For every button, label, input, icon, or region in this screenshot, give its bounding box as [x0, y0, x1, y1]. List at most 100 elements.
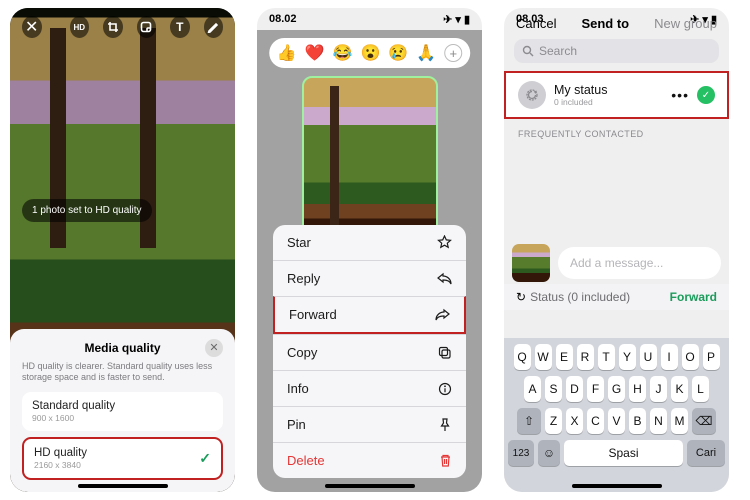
menu-reply[interactable]: Reply: [273, 260, 466, 296]
key-g[interactable]: G: [608, 376, 625, 402]
message-input[interactable]: Add a message...: [558, 247, 721, 279]
new-group-button[interactable]: New group: [654, 16, 717, 31]
numeric-key[interactable]: 123: [508, 440, 534, 466]
shift-key[interactable]: ⇧: [517, 408, 541, 434]
cancel-button[interactable]: Cancel: [516, 16, 556, 31]
selected-recipients-label: Status (0 included): [530, 290, 670, 304]
emoji-key[interactable]: ☺: [538, 440, 560, 466]
key-a[interactable]: A: [524, 376, 541, 402]
key-r[interactable]: R: [577, 344, 594, 370]
crop-icon: [107, 21, 119, 33]
key-p[interactable]: P: [703, 344, 720, 370]
keyboard: QWERTYUIOP ASDFGHJKL ⇧ ZXCVBNM ⌫ 123 ☺ S…: [504, 338, 729, 492]
key-j[interactable]: J: [650, 376, 667, 402]
key-f[interactable]: F: [587, 376, 604, 402]
reaction-bar[interactable]: 👍 ❤️ 😂 😮 😢 🙏 +: [269, 38, 471, 68]
text-button[interactable]: T: [170, 16, 190, 38]
reaction-add-button[interactable]: +: [444, 44, 462, 62]
hd-button[interactable]: HD: [70, 16, 90, 38]
home-indicator: [325, 484, 415, 488]
home-indicator: [572, 484, 662, 488]
search-key[interactable]: Cari: [687, 440, 725, 466]
key-v[interactable]: V: [608, 408, 625, 434]
forward-bar: ↻ Status (0 included) Forward: [504, 284, 729, 310]
keyboard-row-4: 123 ☺ Spasi Cari: [508, 440, 725, 466]
reaction-pray[interactable]: 🙏: [416, 43, 436, 63]
menu-forward[interactable]: Forward: [273, 296, 466, 334]
attached-photo-thumbnail[interactable]: [512, 244, 550, 282]
key-h[interactable]: H: [629, 376, 646, 402]
row-subtitle: 0 included: [554, 97, 671, 107]
key-b[interactable]: B: [629, 408, 646, 434]
key-o[interactable]: O: [682, 344, 699, 370]
option-hd-quality[interactable]: HD quality2160 x 3840 ✓: [22, 437, 223, 480]
phone-media-editor: ✕ HD T 1 photo set to HD quality Media q…: [10, 8, 235, 492]
key-u[interactable]: U: [640, 344, 657, 370]
key-e[interactable]: E: [556, 344, 573, 370]
status-bar: 08.02 ✈︎ ▾ ▮: [257, 8, 482, 30]
draw-button[interactable]: [204, 16, 224, 38]
reaction-sad[interactable]: 😢: [388, 43, 408, 63]
sticker-button[interactable]: [137, 16, 157, 38]
option-standard-quality[interactable]: Standard quality900 x 1600: [22, 392, 223, 431]
forward-button[interactable]: Forward: [670, 290, 717, 304]
sheet-close-button[interactable]: ✕: [205, 339, 223, 357]
key-c[interactable]: C: [587, 408, 604, 434]
menu-label: Reply: [287, 271, 320, 286]
status-time: 08.02: [269, 13, 297, 25]
close-button[interactable]: ✕: [22, 16, 42, 38]
hd-toast: 1 photo set to HD quality: [22, 199, 152, 222]
key-x[interactable]: X: [566, 408, 583, 434]
reaction-thumbsup[interactable]: 👍: [277, 43, 297, 63]
airplane-icon: ✈︎: [443, 13, 452, 26]
menu-delete[interactable]: Delete: [273, 442, 466, 478]
row-title: My status: [554, 83, 671, 97]
pencil-icon: [207, 21, 219, 33]
home-indicator: [78, 484, 168, 488]
menu-copy[interactable]: Copy: [273, 334, 466, 370]
space-key[interactable]: Spasi: [564, 440, 683, 466]
option-resolution: 900 x 1600: [32, 413, 213, 423]
key-z[interactable]: Z: [545, 408, 562, 434]
check-icon: ✓: [199, 450, 211, 467]
key-t[interactable]: T: [598, 344, 615, 370]
trash-icon: [439, 454, 452, 468]
key-s[interactable]: S: [545, 376, 562, 402]
star-icon: [437, 235, 452, 250]
compose-bar: Add a message...: [512, 244, 721, 282]
sticker-icon: [140, 21, 152, 33]
menu-label: Copy: [287, 345, 317, 360]
page-title: Send to: [556, 16, 654, 31]
nav-bar: Cancel Send to New group: [504, 8, 729, 39]
search-input[interactable]: Search: [514, 39, 719, 63]
backspace-key[interactable]: ⌫: [692, 408, 716, 434]
key-w[interactable]: W: [535, 344, 552, 370]
crop-button[interactable]: [103, 16, 123, 38]
search-icon: [522, 45, 534, 57]
key-m[interactable]: M: [671, 408, 688, 434]
pin-icon: [438, 418, 452, 432]
key-k[interactable]: K: [671, 376, 688, 402]
menu-info[interactable]: Info: [273, 370, 466, 406]
my-status-row[interactable]: My status 0 included ••• ✓: [504, 71, 729, 119]
menu-star[interactable]: Star: [273, 225, 466, 260]
key-i[interactable]: I: [661, 344, 678, 370]
reaction-heart[interactable]: ❤️: [305, 43, 325, 63]
key-q[interactable]: Q: [514, 344, 531, 370]
menu-label: Star: [287, 235, 311, 250]
key-l[interactable]: L: [692, 376, 709, 402]
privacy-button[interactable]: •••: [671, 87, 689, 103]
option-label: Standard quality: [32, 400, 213, 412]
wifi-icon: ▾: [455, 13, 461, 26]
key-y[interactable]: Y: [619, 344, 636, 370]
key-d[interactable]: D: [566, 376, 583, 402]
menu-pin[interactable]: Pin: [273, 406, 466, 442]
section-frequently-contacted: FREQUENTLY CONTACTED: [504, 119, 729, 143]
selected-check-icon: ✓: [697, 86, 715, 104]
key-n[interactable]: N: [650, 408, 667, 434]
reaction-laugh[interactable]: 😂: [333, 43, 353, 63]
reaction-wow[interactable]: 😮: [361, 43, 381, 63]
menu-label: Pin: [287, 417, 306, 432]
menu-label: Info: [287, 381, 309, 396]
sheet-title: Media quality: [40, 341, 205, 355]
